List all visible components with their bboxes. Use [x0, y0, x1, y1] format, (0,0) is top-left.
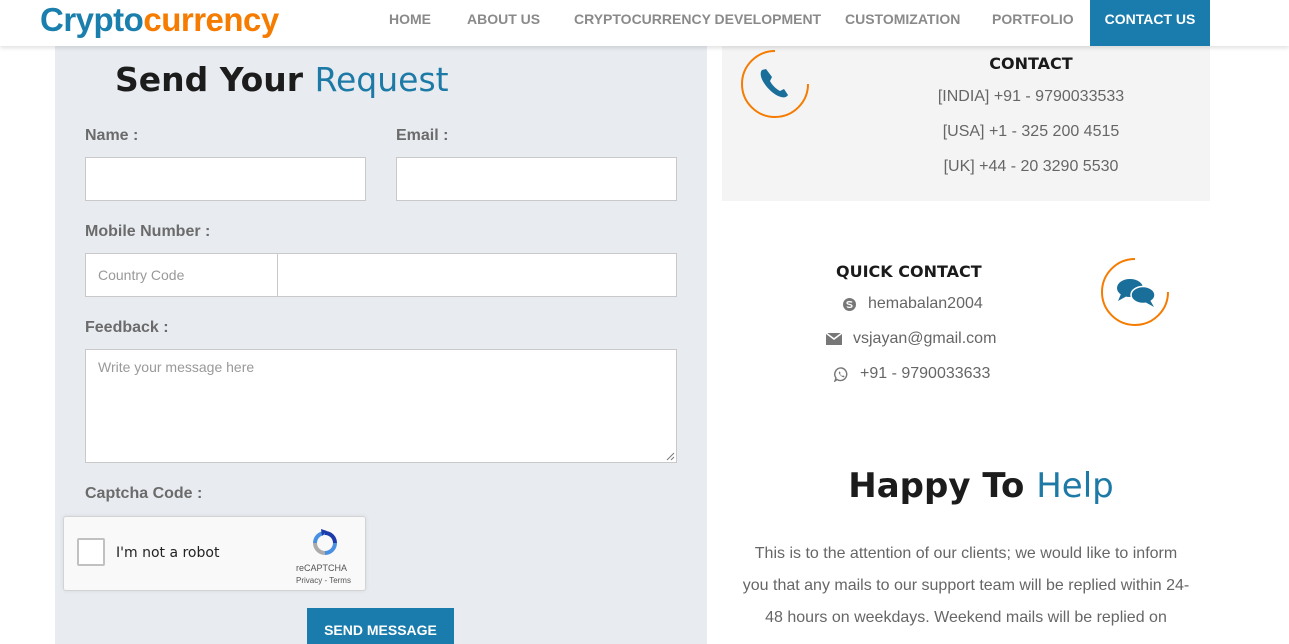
- email-input[interactable]: [396, 157, 677, 201]
- contact-usa: [USA] +1 - 325 200 4515: [942, 123, 1120, 140]
- feedback-label: Feedback :: [85, 319, 169, 336]
- form-title-accent: Request: [314, 60, 449, 99]
- logo-part-currency: currency: [143, 1, 279, 38]
- help-title-accent: Help: [1036, 466, 1114, 506]
- help-title-dark: Happy To: [848, 466, 1025, 506]
- chat-bubbles-icon: [1100, 257, 1170, 327]
- nav-cryptocurrency-development[interactable]: CRYPTOCURRENCY DEVELOPMENT: [574, 0, 821, 46]
- site-logo[interactable]: Cryptocurrency: [40, 0, 279, 40]
- name-label: Name :: [85, 127, 139, 144]
- mobile-number-label: Mobile Number :: [85, 223, 211, 240]
- contact-uk: [UK] +44 - 20 3290 5530: [943, 158, 1119, 175]
- envelope-icon: [825, 330, 843, 348]
- quick-contact-title: QUICK CONTACT: [836, 262, 982, 281]
- help-text: This is to the attention of our clients;…: [742, 545, 1190, 626]
- country-code-input[interactable]: Country Code: [85, 253, 278, 297]
- request-form-panel: Send Your Request Name : Email : Mobile …: [55, 46, 707, 644]
- contact-title: CONTACT: [989, 54, 1073, 73]
- logo-part-crypto: Crypto: [40, 1, 144, 38]
- help-title: Happy To Help: [722, 466, 1240, 506]
- feedback-placeholder: Write your message here: [98, 359, 255, 375]
- send-message-button[interactable]: SEND MESSAGE: [307, 608, 454, 644]
- quick-contact-email: vsjayan@gmail.com: [825, 330, 996, 348]
- captcha-label: Captcha Code :: [85, 485, 203, 502]
- whatsapp-icon: [832, 365, 850, 383]
- email-address[interactable]: vsjayan@gmail.com: [853, 330, 996, 348]
- skype-icon: [840, 295, 858, 313]
- nav-home[interactable]: HOME: [389, 0, 431, 46]
- recaptcha-label: I'm not a robot: [116, 545, 220, 561]
- recaptcha-links[interactable]: Privacy - Terms: [296, 576, 351, 585]
- recaptcha-widget: I'm not a robot reCAPTCHA Privacy - Term…: [63, 516, 366, 591]
- nav-contact-us[interactable]: CONTACT US: [1090, 0, 1210, 46]
- email-label: Email :: [396, 127, 449, 144]
- mobile-number-input[interactable]: [277, 253, 677, 297]
- contact-india: [INDIA] +91 - 9790033533: [937, 88, 1125, 105]
- quick-contact-skype: hemabalan2004: [840, 295, 983, 313]
- recaptcha-checkbox[interactable]: [77, 538, 105, 566]
- nav-customization[interactable]: CUSTOMIZATION: [845, 0, 960, 46]
- recaptcha-brand: reCAPTCHA: [296, 563, 348, 573]
- feedback-textarea[interactable]: Write your message here: [85, 349, 677, 463]
- quick-contact-whatsapp: +91 - 9790033633: [832, 365, 990, 383]
- whatsapp-number: +91 - 9790033633: [860, 365, 991, 382]
- skype-id: hemabalan2004: [868, 295, 983, 312]
- site-header: Cryptocurrency HOME ABOUT US CRYPTOCURRE…: [0, 0, 1289, 46]
- nav-about-us[interactable]: ABOUT US: [467, 0, 540, 46]
- form-title-dark: Send Your: [115, 60, 304, 99]
- nav-portfolio[interactable]: PORTFOLIO: [992, 0, 1074, 46]
- resize-handle-icon[interactable]: [666, 452, 675, 461]
- contact-box: CONTACT [INDIA] +91 - 9790033533 [USA] +…: [722, 46, 1210, 201]
- recaptcha-logo-icon: [313, 529, 337, 555]
- form-title: Send Your Request: [115, 60, 449, 99]
- name-input[interactable]: [85, 157, 366, 201]
